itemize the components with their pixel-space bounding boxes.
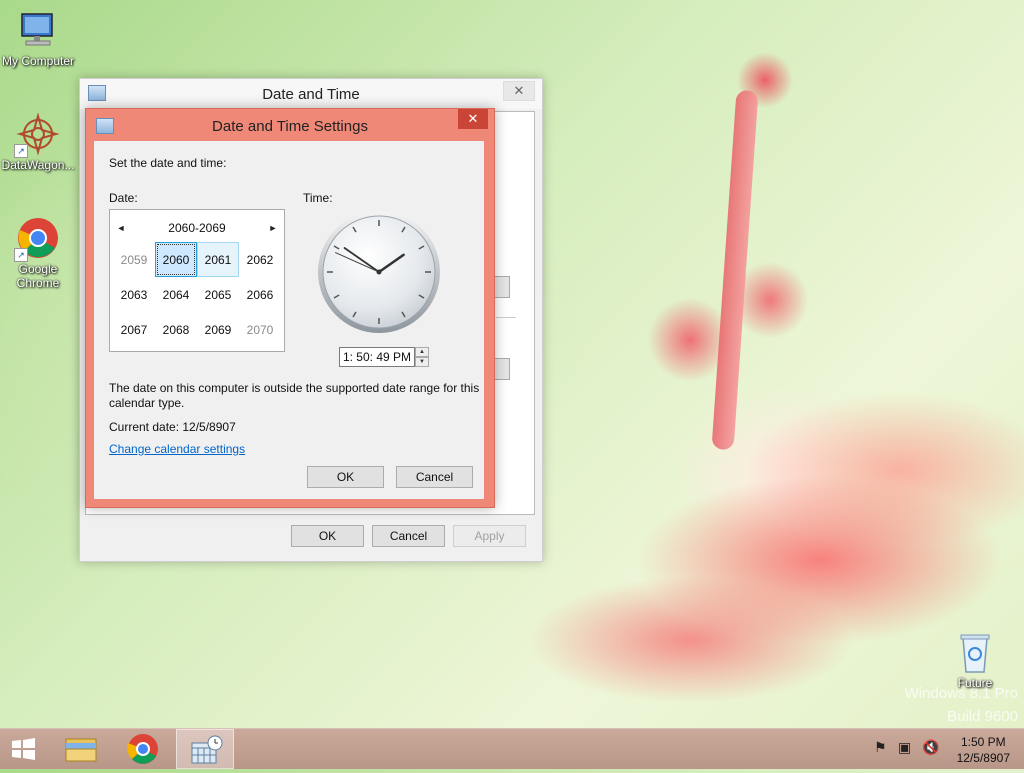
- current-date-text: Current date: 12/5/8907: [109, 420, 236, 434]
- calendar-year-cell[interactable]: 2059: [113, 242, 155, 277]
- desktop-icon-label: Future: [957, 676, 993, 690]
- spinner-down-icon[interactable]: ▼: [415, 357, 429, 367]
- time-input[interactable]: 1: 50: 49 PM: [339, 347, 415, 367]
- desktop-icon-my-computer[interactable]: My Computer: [0, 8, 76, 68]
- chrome-icon: [127, 734, 158, 764]
- change-calendar-settings-link[interactable]: Change calendar settings: [109, 442, 245, 456]
- calendar-prev-button[interactable]: ◄: [114, 220, 128, 236]
- monitor-icon: [16, 8, 60, 52]
- calendar-year-cell[interactable]: 2069: [197, 312, 239, 347]
- change-time-zone-button-partial[interactable]: [494, 358, 510, 380]
- instruction-text: Set the date and time:: [109, 156, 227, 170]
- apply-button: Apply: [453, 525, 526, 547]
- dialog-title: Date and Time Settings: [212, 118, 368, 135]
- out-of-range-message: The date on this computer is outside the…: [109, 381, 480, 410]
- volume-muted-icon[interactable]: 🔇: [922, 739, 939, 756]
- dialog-body: Set the date and time: Date: Time: ◄ 206…: [94, 141, 484, 499]
- divider: [496, 317, 516, 318]
- spinner-up-icon[interactable]: ▲: [415, 347, 429, 357]
- calendar-decade-view: ◄ 2060-2069 ► 2059 2060 2061 2062 2063 2064 20…: [109, 209, 285, 352]
- change-date-button-partial[interactable]: [494, 276, 510, 298]
- window-title: Date and Time: [262, 86, 360, 103]
- dialog-titlebar[interactable]: Date and Time Settings ✕: [86, 109, 494, 139]
- desktop-icon-label: DataWagon...: [1, 158, 75, 172]
- datawagon-icon: ↗: [14, 112, 60, 158]
- date-time-icon: [191, 735, 223, 764]
- cancel-button[interactable]: Cancel: [396, 466, 473, 488]
- os-watermark-build: Build 9600: [947, 708, 1018, 725]
- taskbar-file-explorer[interactable]: [52, 729, 110, 769]
- calendar-year-cell[interactable]: 2067: [113, 312, 155, 347]
- wallpaper-flower-stem: [711, 89, 759, 451]
- clock-center: [376, 269, 382, 275]
- desktop-icon-label: My Computer: [1, 54, 75, 68]
- taskbar-clock[interactable]: 1:50 PM 12/5/8907: [957, 734, 1010, 766]
- desktop-icon-google-chrome[interactable]: ↗ Google Chrome: [0, 216, 76, 290]
- close-button[interactable]: ✕: [458, 109, 488, 129]
- desktop-icon-label: Google Chrome: [16, 262, 60, 290]
- analog-clock: [318, 211, 440, 333]
- taskbar-date: 12/5/8907: [956, 751, 1010, 765]
- ok-button[interactable]: OK: [291, 525, 364, 547]
- calendar-year-cell[interactable]: 2060: [155, 242, 197, 277]
- date-time-settings-dialog: Date and Time Settings ✕ Set the date an…: [85, 108, 495, 508]
- calendar-year-cell[interactable]: 2068: [155, 312, 197, 347]
- date-label: Date:: [109, 191, 138, 205]
- recycle-bin-icon: [953, 630, 997, 674]
- ok-button[interactable]: OK: [307, 466, 384, 488]
- shortcut-arrow-icon: ↗: [14, 144, 28, 158]
- calendar-header: ◄ 2060-2069 ►: [110, 220, 284, 236]
- taskbar-chrome[interactable]: [114, 729, 172, 769]
- action-center-flag-icon[interactable]: ⚑: [874, 739, 887, 756]
- calendar-year-grid: 2059 2060 2061 2062 2063 2064 2065 2066 2067 2068…: [113, 242, 281, 347]
- start-icon: [12, 738, 35, 760]
- calendar-year-cell[interactable]: 2063: [113, 277, 155, 312]
- network-icon[interactable]: ▣: [898, 739, 911, 756]
- start-button[interactable]: [0, 729, 58, 769]
- calendar-year-cell[interactable]: 2065: [197, 277, 239, 312]
- calendar-year-cell[interactable]: 2064: [155, 277, 197, 312]
- taskbar-time: 1:50 PM: [960, 735, 1006, 749]
- file-explorer-icon: [65, 738, 97, 762]
- desktop-icon-datawagon[interactable]: ↗ DataWagon...: [0, 112, 76, 172]
- taskbar: ⚑ ▣ 🔇 1:50 PM 12/5/8907: [0, 728, 1024, 769]
- calendar-year-cell[interactable]: 2070: [239, 312, 281, 347]
- chrome-icon: ↗: [14, 216, 60, 262]
- shortcut-arrow-icon: ↗: [14, 248, 28, 262]
- time-label: Time:: [303, 191, 333, 205]
- calendar-year-cell[interactable]: 2062: [239, 242, 281, 277]
- calendar-next-button[interactable]: ►: [266, 220, 280, 236]
- calendar-range-title[interactable]: 2060-2069: [130, 220, 264, 236]
- window-titlebar[interactable]: Date and Time ✕: [80, 79, 542, 109]
- desktop-icon-recycle-bin[interactable]: Future: [938, 630, 1012, 690]
- time-spinner[interactable]: ▲ ▼: [415, 347, 429, 367]
- cancel-button[interactable]: Cancel: [372, 525, 445, 547]
- calendar-year-cell[interactable]: 2061: [197, 242, 239, 277]
- close-button[interactable]: ✕: [503, 81, 535, 101]
- taskbar-date-time[interactable]: [176, 729, 234, 769]
- calendar-year-cell[interactable]: 2066: [239, 277, 281, 312]
